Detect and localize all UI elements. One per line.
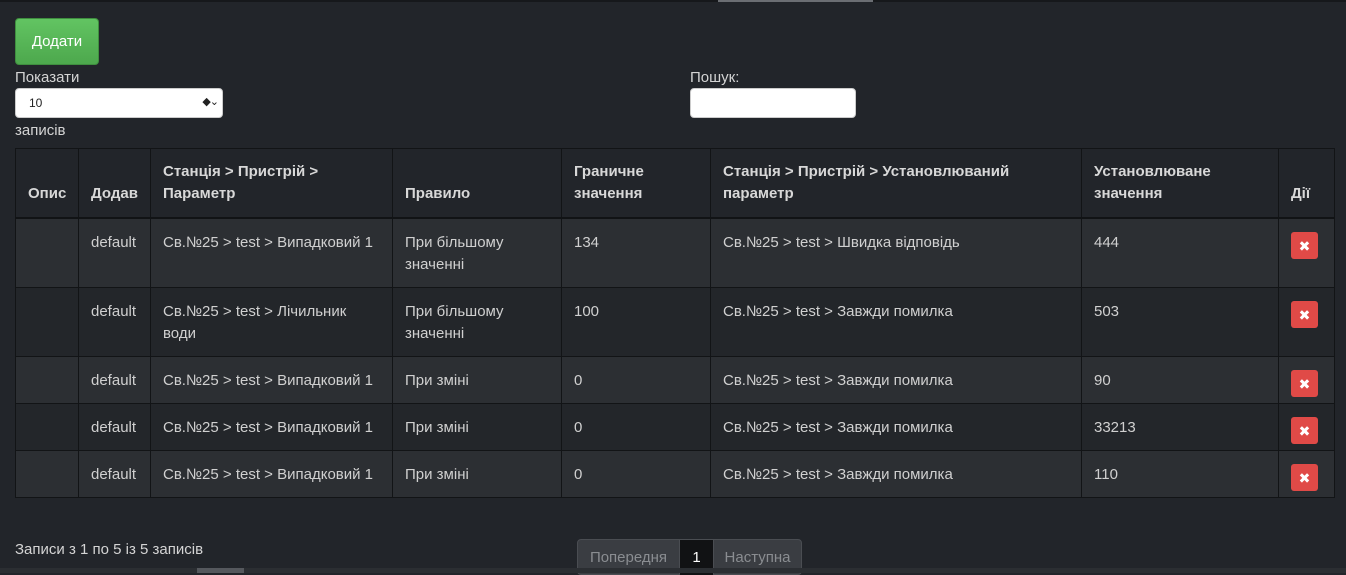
cell-added-by: default bbox=[78, 450, 151, 498]
header-description[interactable]: Опис bbox=[15, 148, 79, 219]
cell-description bbox=[15, 356, 79, 404]
delete-button[interactable]: ✖ bbox=[1291, 370, 1318, 397]
add-button[interactable]: Додати bbox=[15, 18, 99, 65]
cell-added-by: default bbox=[78, 403, 151, 451]
cell-description bbox=[15, 217, 79, 288]
table-row: default Св.№25 > test > Випадковий 1 При… bbox=[15, 356, 1335, 404]
close-icon: ✖ bbox=[1298, 375, 1311, 392]
records-label: записів bbox=[15, 122, 66, 139]
header-added-by[interactable]: Додав bbox=[78, 148, 151, 219]
cell-description bbox=[15, 450, 79, 498]
table-row: default Св.№25 > test > Випадковий 1 При… bbox=[15, 450, 1335, 498]
header-limit[interactable]: Граничне значення bbox=[561, 148, 711, 219]
cell-limit: 100 bbox=[561, 287, 711, 357]
cell-actions: ✖ bbox=[1278, 287, 1335, 357]
header-actions: Дії bbox=[1278, 148, 1335, 219]
cell-limit: 0 bbox=[561, 403, 711, 451]
cell-parameter: Св.№25 > test > Лічильник води bbox=[150, 287, 393, 357]
horizontal-scrollbar[interactable] bbox=[0, 568, 1346, 573]
cell-actions: ✖ bbox=[1278, 356, 1335, 404]
scrollbar-thumb[interactable] bbox=[197, 568, 244, 573]
cell-actions: ✖ bbox=[1278, 217, 1335, 288]
cell-description bbox=[15, 287, 79, 357]
close-icon: ✖ bbox=[1298, 469, 1311, 486]
table-row: default Св.№25 > test > Випадковий 1 При… bbox=[15, 403, 1335, 451]
table-info: Записи з 1 по 5 із 5 записів bbox=[15, 541, 204, 558]
cell-target-value: 110 bbox=[1081, 450, 1279, 498]
cell-added-by: default bbox=[78, 217, 151, 288]
header-rule[interactable]: Правило bbox=[392, 148, 562, 219]
cell-limit: 0 bbox=[561, 356, 711, 404]
delete-button[interactable]: ✖ bbox=[1291, 232, 1318, 259]
cell-parameter: Св.№25 > test > Випадковий 1 bbox=[150, 217, 393, 288]
cell-target-parameter: Св.№25 > test > Завжди помилка bbox=[710, 356, 1082, 404]
delete-button[interactable]: ✖ bbox=[1291, 464, 1318, 491]
cell-target-parameter: Св.№25 > test > Завжди помилка bbox=[710, 403, 1082, 451]
delete-button[interactable]: ✖ bbox=[1291, 301, 1318, 328]
cell-actions: ✖ bbox=[1278, 450, 1335, 498]
search-input[interactable] bbox=[690, 88, 856, 118]
table-row: default Св.№25 > test > Випадковий 1 При… bbox=[15, 217, 1335, 288]
header-target-value[interactable]: Установлюване значення bbox=[1081, 148, 1279, 219]
close-icon: ✖ bbox=[1298, 422, 1311, 439]
cell-target-parameter: Св.№25 > test > Завжди помилка bbox=[710, 450, 1082, 498]
show-label: Показати bbox=[15, 69, 80, 86]
header-parameter[interactable]: Станція > Пристрій > Параметр bbox=[150, 148, 393, 219]
page-length-value: 10 bbox=[29, 96, 43, 110]
cell-added-by: default bbox=[78, 356, 151, 404]
cell-description bbox=[15, 403, 79, 451]
cell-target-parameter: Св.№25 > test > Завжди помилка bbox=[710, 287, 1082, 357]
close-icon: ✖ bbox=[1298, 306, 1311, 323]
active-tab-indicator bbox=[718, 0, 873, 2]
top-border bbox=[0, 0, 1346, 2]
cell-parameter: Св.№25 > test > Випадковий 1 bbox=[150, 450, 393, 498]
cell-rule: При більшому значенні bbox=[392, 287, 562, 357]
cell-target-parameter: Св.№25 > test > Швидка відповідь bbox=[710, 217, 1082, 288]
cell-rule: При зміні bbox=[392, 356, 562, 404]
cell-actions: ✖ bbox=[1278, 403, 1335, 451]
cell-limit: 0 bbox=[561, 450, 711, 498]
delete-button[interactable]: ✖ bbox=[1291, 417, 1318, 444]
cell-target-value: 33213 bbox=[1081, 403, 1279, 451]
rules-table: Опис Додав Станція > Пристрій > Параметр… bbox=[15, 148, 1335, 498]
cell-added-by: default bbox=[78, 287, 151, 357]
cell-rule: При більшому значенні bbox=[392, 217, 562, 288]
table-row: default Св.№25 > test > Лічильник води П… bbox=[15, 287, 1335, 357]
cell-rule: При зміні bbox=[392, 403, 562, 451]
close-icon: ✖ bbox=[1298, 237, 1311, 254]
cell-target-value: 444 bbox=[1081, 217, 1279, 288]
page-length-select[interactable]: 10 ◆⌄ bbox=[15, 88, 223, 118]
header-target-parameter[interactable]: Станція > Пристрій > Установлюваний пара… bbox=[710, 148, 1082, 219]
cell-parameter: Св.№25 > test > Випадковий 1 bbox=[150, 403, 393, 451]
cell-target-value: 503 bbox=[1081, 287, 1279, 357]
select-arrows-icon: ◆⌄ bbox=[202, 96, 219, 108]
search-label: Пошук: bbox=[690, 69, 740, 86]
cell-rule: При зміні bbox=[392, 450, 562, 498]
cell-parameter: Св.№25 > test > Випадковий 1 bbox=[150, 356, 393, 404]
table-header-row: Опис Додав Станція > Пристрій > Параметр… bbox=[15, 148, 1335, 219]
cell-target-value: 90 bbox=[1081, 356, 1279, 404]
cell-limit: 134 bbox=[561, 217, 711, 288]
